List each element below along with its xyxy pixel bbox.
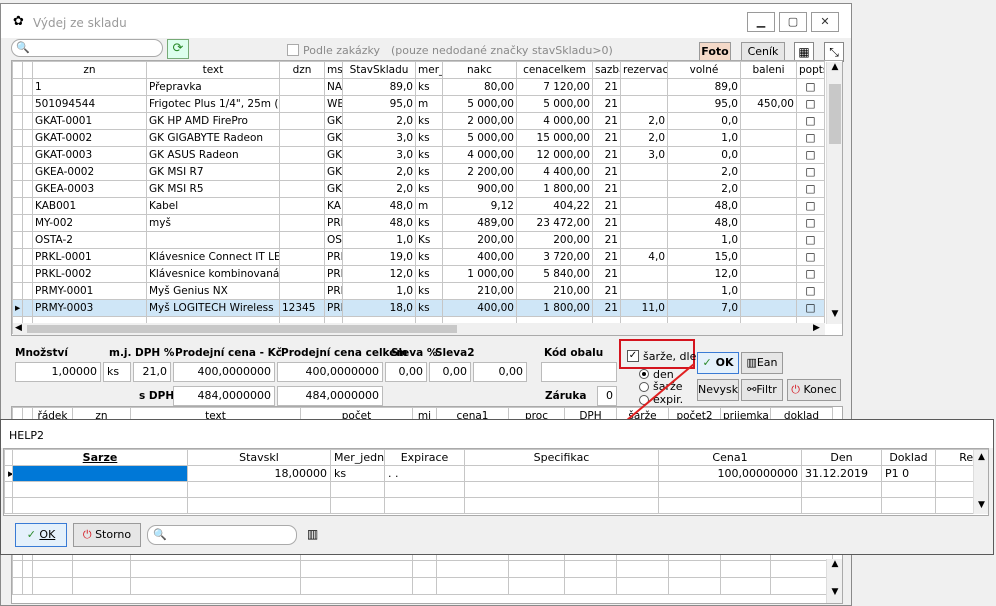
table-cell[interactable] bbox=[4, 497, 13, 514]
table-cell[interactable] bbox=[464, 497, 659, 514]
search-icon: 🔍 bbox=[153, 528, 167, 541]
table-cell[interactable] bbox=[384, 481, 465, 498]
help2-search-input[interactable]: 🔍 bbox=[147, 525, 297, 545]
row-indicator: ▸ bbox=[4, 465, 13, 482]
table-cell[interactable] bbox=[658, 497, 802, 514]
column-header[interactable]: Specifikac bbox=[464, 449, 659, 466]
help2-grid[interactable]: Sarze Stavskl Mer_jedn Expirace Specifikac Ce… bbox=[3, 448, 989, 516]
column-header[interactable]: Mer_jedn bbox=[330, 449, 385, 466]
table-cell[interactable] bbox=[4, 481, 13, 498]
column-header[interactable]: Stavskl bbox=[187, 449, 331, 466]
table-cell[interactable] bbox=[464, 481, 659, 498]
column-header[interactable]: Cena1 bbox=[658, 449, 802, 466]
table-cell[interactable]: 100,00000000 bbox=[658, 465, 802, 482]
table-row[interactable] bbox=[4, 497, 988, 514]
table-cell[interactable]: 31.12.2019 bbox=[801, 465, 882, 482]
power-icon: ⏻ bbox=[82, 528, 92, 541]
barcode-icon[interactable]: ▥ bbox=[307, 527, 318, 541]
table-cell[interactable] bbox=[384, 497, 465, 514]
check-icon: ✓ bbox=[26, 528, 36, 541]
help2-vscroll[interactable]: ▲ ▼ bbox=[973, 450, 988, 514]
table-cell[interactable] bbox=[12, 497, 188, 514]
column-header[interactable]: Expirace bbox=[384, 449, 465, 466]
table-row[interactable] bbox=[4, 481, 988, 498]
table-cell[interactable] bbox=[330, 497, 385, 514]
table-cell[interactable] bbox=[12, 465, 188, 482]
table-cell[interactable] bbox=[658, 481, 802, 498]
table-cell[interactable]: . . bbox=[384, 465, 465, 482]
help2-ok-button[interactable]: ✓ OK bbox=[15, 523, 67, 547]
column-header[interactable]: Sarze bbox=[12, 449, 188, 466]
table-cell[interactable]: ks bbox=[330, 465, 385, 482]
help2-storno-button[interactable]: ⏻ Storno bbox=[73, 523, 141, 547]
table-cell[interactable] bbox=[464, 465, 659, 482]
table-cell[interactable] bbox=[881, 481, 936, 498]
help2-dialog: HELP2 Sarze Stavskl Mer_jedn Expirace Specif… bbox=[0, 419, 994, 555]
help2-title-bar: HELP2 bbox=[1, 420, 993, 448]
table-cell[interactable] bbox=[801, 497, 882, 514]
table-cell[interactable] bbox=[187, 481, 331, 498]
table-cell[interactable] bbox=[187, 497, 331, 514]
help2-title: HELP2 bbox=[9, 429, 44, 442]
table-cell[interactable]: P1 0 bbox=[881, 465, 936, 482]
table-row[interactable]: ▸ 18,00000ks. . 100,0000000031.12.2019P1 0… bbox=[4, 465, 988, 482]
table-cell[interactable] bbox=[330, 481, 385, 498]
table-cell[interactable]: 18,00000 bbox=[187, 465, 331, 482]
table-cell[interactable] bbox=[881, 497, 936, 514]
column-header[interactable]: Den bbox=[801, 449, 882, 466]
table-cell[interactable] bbox=[801, 481, 882, 498]
column-header[interactable]: Doklad bbox=[881, 449, 936, 466]
table-cell[interactable] bbox=[12, 481, 188, 498]
